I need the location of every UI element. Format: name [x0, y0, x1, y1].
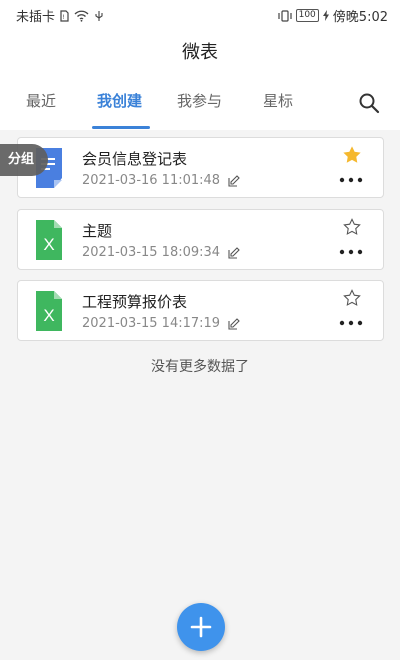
edit-icon — [228, 246, 240, 259]
file-card[interactable]: X 主题 2021-03-15 18:09:34 — [17, 209, 384, 270]
tab-starred[interactable]: 星标 — [263, 90, 293, 111]
page-title: 微表 — [182, 42, 218, 63]
more-icon[interactable] — [339, 317, 363, 329]
group-button[interactable]: 分组 — [0, 144, 48, 176]
clock-text: 傍晚5:02 — [332, 10, 388, 25]
file-datetime: 2021-03-16 11:01:48 — [82, 173, 221, 188]
file-name: 会员信息登记表 — [82, 150, 188, 168]
tab-bar: 最近 我创建 我参与 星标 — [0, 90, 400, 129]
carrier-text: 未插卡 — [16, 10, 56, 25]
svg-text:!: ! — [63, 14, 65, 21]
star-icon[interactable] — [343, 289, 361, 307]
edit-icon — [228, 174, 240, 187]
file-meta: 2021-03-15 18:09:34 — [82, 245, 240, 260]
file-datetime: 2021-03-15 14:17:19 — [82, 316, 221, 331]
active-tab-indicator — [92, 126, 150, 129]
file-datetime: 2021-03-15 18:09:34 — [82, 245, 221, 260]
more-icon[interactable] — [339, 246, 363, 258]
charging-icon — [322, 10, 329, 21]
star-icon[interactable] — [343, 218, 361, 236]
file-meta: 2021-03-16 11:01:48 — [82, 173, 240, 188]
tab-participated[interactable]: 我参与 — [177, 90, 222, 111]
tab-created[interactable]: 我创建 — [97, 90, 142, 111]
end-of-list-text: 没有更多数据了 — [151, 359, 249, 375]
status-right: 100 傍晚5:02 — [278, 6, 388, 25]
tab-recent[interactable]: 最近 — [26, 90, 56, 111]
plus-icon — [190, 616, 212, 638]
file-meta: 2021-03-15 14:17:19 — [82, 316, 240, 331]
svg-text:X: X — [43, 306, 54, 325]
excel-file-icon: X — [36, 291, 62, 331]
app-header: 未插卡 ! 100 傍晚5:02 微表 最近 我创建 我参与 星标 — [0, 0, 400, 130]
status-bar: 未插卡 ! 100 傍晚5:02 — [0, 0, 400, 28]
add-button[interactable] — [177, 603, 225, 651]
edit-icon — [228, 317, 240, 330]
usb-icon — [95, 10, 103, 21]
vibrate-icon — [278, 9, 292, 22]
file-name: 主题 — [82, 222, 113, 240]
wifi-icon — [74, 10, 89, 22]
file-card[interactable]: 会员信息登记表 2021-03-16 11:01:48 — [17, 137, 384, 198]
file-card[interactable]: X 工程预算报价表 2021-03-15 14:17:19 — [17, 280, 384, 341]
svg-text:X: X — [43, 235, 54, 254]
file-name: 工程预算报价表 — [82, 293, 188, 311]
star-icon[interactable] — [343, 146, 361, 164]
more-icon[interactable] — [339, 174, 363, 186]
battery-indicator: 100 — [295, 9, 319, 22]
excel-file-icon: X — [36, 220, 62, 260]
status-left: 未插卡 ! — [16, 6, 104, 25]
search-icon[interactable] — [358, 92, 380, 114]
sim-icon: ! — [60, 9, 69, 22]
